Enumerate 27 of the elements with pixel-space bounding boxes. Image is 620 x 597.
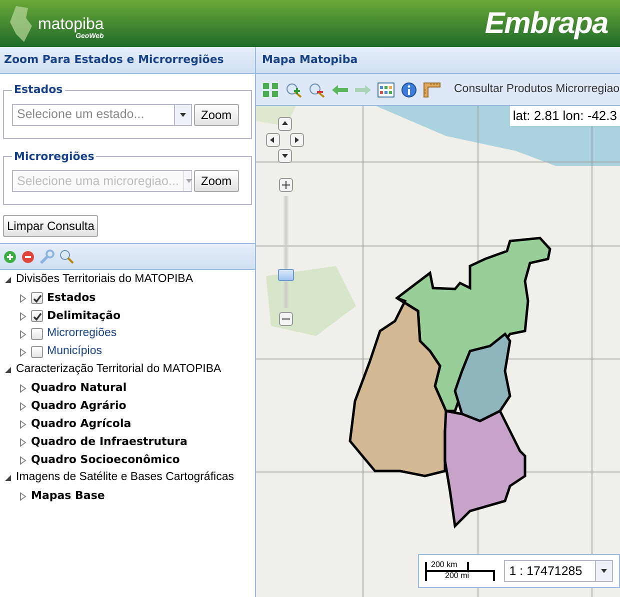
tree-item-label[interactable]: Municípios — [47, 343, 102, 361]
brand-logo: Embrapa — [484, 6, 609, 42]
tree-item-label[interactable]: Quadro de Infraestrutura — [31, 434, 188, 450]
tree-group-label[interactable]: Imagens de Satélite e Bases Cartográficas — [16, 469, 234, 487]
fieldset-legend: Estados — [12, 82, 65, 98]
tree-item-label[interactable]: Estados — [47, 290, 96, 306]
panel-title: Mapa Matopiba — [256, 47, 620, 74]
scale-select-field[interactable]: 1 : 17471285 — [504, 560, 613, 582]
query-products-button[interactable]: Consultar Produtos Microrregiao — [451, 80, 620, 98]
select-field[interactable]: Selecione um estado... — [12, 104, 192, 126]
logo-text: matopiba — [38, 16, 104, 32]
scale-bar: 200 km 200 mi — [425, 559, 494, 583]
tree-item-label[interactable]: Quadro Agrícola — [31, 416, 132, 432]
tree-item-label[interactable]: Quadro Socioeconômico — [31, 452, 180, 468]
tree-item-label[interactable]: Quadro Agrário — [31, 398, 126, 414]
tree-item-label[interactable]: Quadro Natural — [31, 380, 127, 396]
panel-title: Zoom Para Estados e Microrregiões — [0, 47, 255, 74]
map-view[interactable]: lat: 2.81 lon: -42.3 200 km 200 mi 1 : 17471285 — [256, 106, 620, 597]
tree-item-label[interactable]: Mapas Base — [31, 488, 105, 504]
tree-item-label[interactable]: Delimitação — [47, 308, 121, 324]
clear-query-button[interactable]: Limpar Consulta — [3, 215, 98, 237]
fieldset-legend: Microregiões — [12, 148, 96, 165]
coordinates-readout: lat: 2.81 lon: -42.3 — [510, 106, 620, 126]
tree-group-label[interactable]: Caracterização Territorial do MATOPIBA — [16, 361, 222, 379]
zoom-button[interactable]: Zoom — [194, 104, 239, 126]
tree-group-label[interactable]: Divisões Territoriais do MATOPIBA — [16, 271, 194, 289]
tree-item-label[interactable]: Microrregiões — [47, 325, 117, 343]
